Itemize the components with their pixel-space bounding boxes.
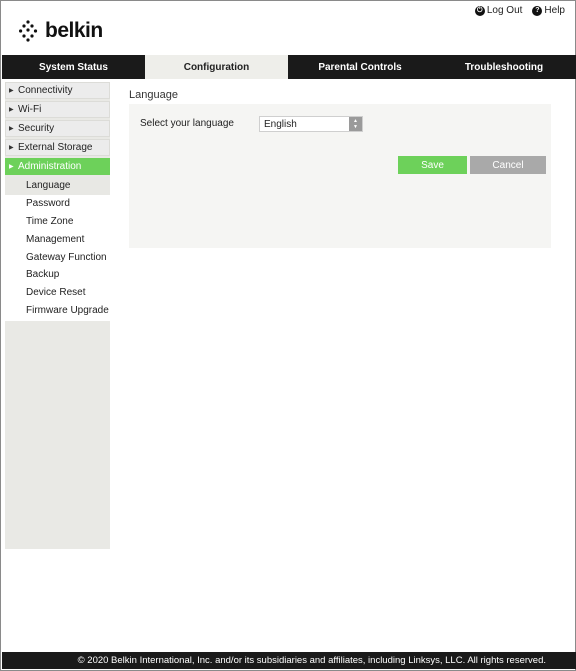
logout-link[interactable]: ⏻ Log Out (474, 5, 523, 16)
cancel-button[interactable]: Cancel (470, 156, 546, 174)
chevron-right-icon: ▶ (9, 88, 14, 94)
sidebar-item-connectivity[interactable]: ▶ Connectivity (5, 82, 110, 99)
sidebar-item-administration[interactable]: ▶ Administration (5, 158, 110, 175)
submenu-item-time-zone[interactable]: Time Zone (5, 213, 110, 231)
sidebar-item-label: Connectivity (18, 85, 73, 96)
chevron-right-icon: ▶ (9, 126, 14, 132)
submenu-item-password[interactable]: Password (5, 195, 110, 213)
chevron-right-icon: ▶ (9, 145, 14, 151)
tab-troubleshooting[interactable]: Troubleshooting (432, 55, 576, 79)
tab-parental-controls[interactable]: Parental Controls (288, 55, 432, 79)
tab-configuration[interactable]: Configuration (145, 55, 288, 79)
footer: © 2020 Belkin International, Inc. and/or… (2, 652, 576, 669)
sidebar-item-security[interactable]: ▶ Security (5, 120, 110, 137)
tab-system-status[interactable]: System Status (2, 55, 145, 79)
language-select-value: English (264, 118, 297, 130)
main-nav: System Status Configuration Parental Con… (2, 55, 576, 79)
belkin-logo: belkin (19, 19, 103, 43)
save-button[interactable]: Save (398, 156, 467, 174)
chevron-right-icon: ▶ (9, 164, 14, 170)
power-icon: ⏻ (474, 5, 485, 16)
sidebar-item-label: Security (18, 123, 55, 134)
sidebar-item-label: Wi-Fi (18, 104, 42, 115)
help-link[interactable]: ? Help (532, 5, 565, 16)
submenu-item-management[interactable]: Management (5, 230, 110, 248)
select-arrows-icon: ▲ ▼ (349, 117, 362, 131)
question-icon: ? (532, 5, 543, 16)
sidebar-item-external-storage[interactable]: ▶ External Storage (5, 139, 110, 156)
logout-label: Log Out (486, 5, 523, 16)
sidebar-item-label: External Storage (18, 142, 93, 153)
chevron-right-icon: ▶ (9, 107, 14, 113)
sidebar: ▶ Connectivity ▶ Wi-Fi ▶ Security ▶ Exte… (5, 82, 110, 549)
submenu-item-backup[interactable]: Backup (5, 266, 110, 284)
language-select[interactable]: English ▲ ▼ (259, 116, 363, 132)
logo-text: belkin (45, 19, 103, 42)
sidebar-item-label: Administration (18, 161, 82, 172)
submenu-item-gateway-function[interactable]: Gateway Function (5, 248, 110, 266)
submenu-item-firmware-upgrade[interactable]: Firmware Upgrade (5, 302, 110, 320)
submenu-item-device-reset[interactable]: Device Reset (5, 284, 110, 302)
router-admin-window: ⏻ Log Out ? Help belkin System Status Co… (0, 0, 576, 671)
page-title: Language (129, 89, 178, 101)
copyright-text: © 2020 Belkin International, Inc. and/or… (77, 655, 546, 666)
belkin-dots-icon (19, 20, 38, 42)
language-panel: Select your language English ▲ ▼ Save Can… (129, 104, 551, 248)
submenu-item-language[interactable]: Language (5, 177, 110, 195)
language-label: Select your language (140, 118, 234, 129)
sidebar-item-wifi[interactable]: ▶ Wi-Fi (5, 101, 110, 118)
help-label: Help (544, 5, 565, 16)
top-links: ⏻ Log Out ? Help (474, 5, 565, 16)
administration-submenu: Language Password Time Zone Management G… (5, 177, 110, 322)
